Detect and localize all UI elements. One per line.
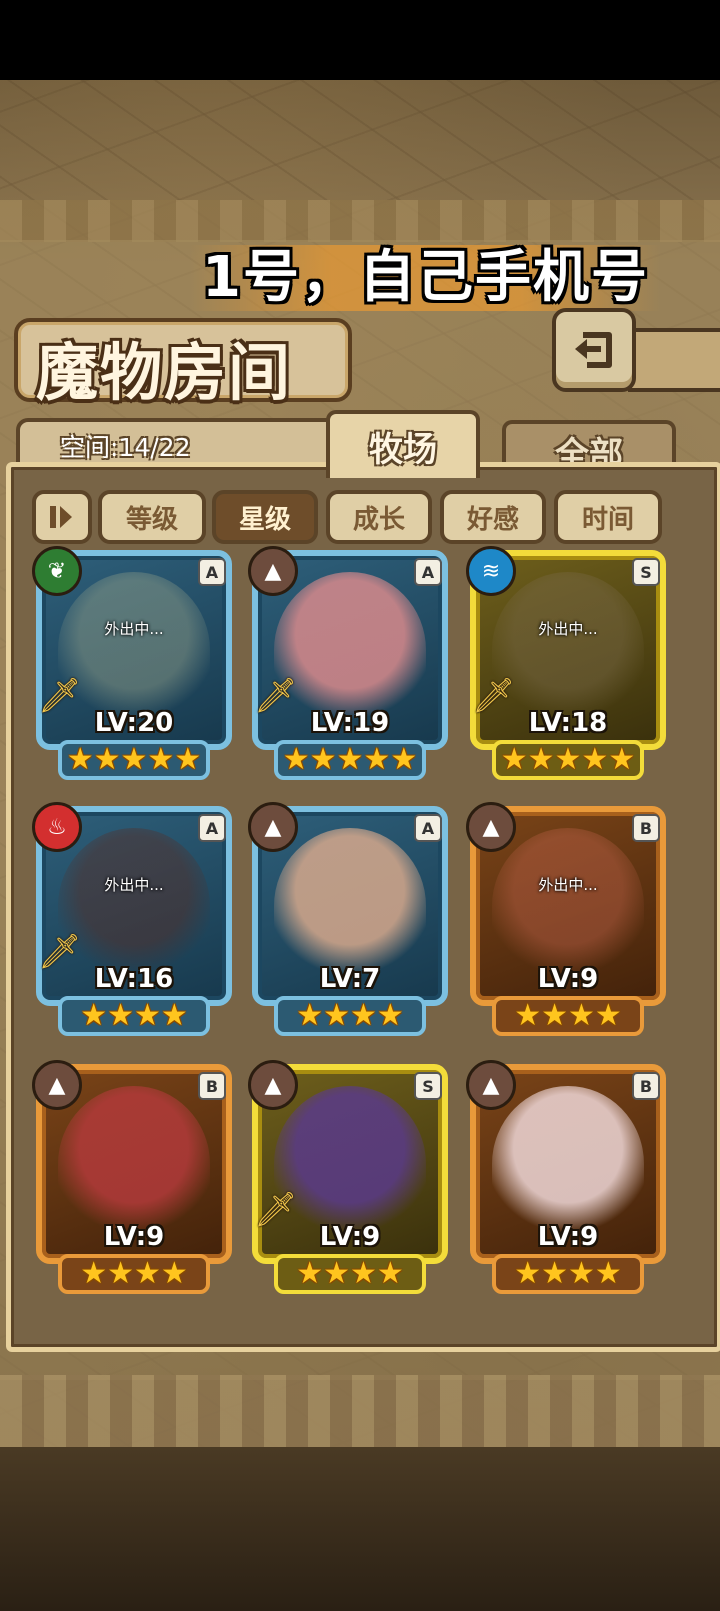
earth-element-icon: ▲ — [466, 802, 516, 852]
monster-card[interactable]: 外出中... ≋ S 🗡 LV:18 ★★★★★ — [466, 546, 666, 782]
monster-level: LV:7 — [319, 964, 381, 994]
rank-badge: A — [198, 814, 226, 842]
monster-level: LV:16 — [94, 964, 174, 994]
monster-portrait — [58, 1086, 210, 1242]
decorative-band-bottom — [0, 1375, 720, 1447]
rank-badge: B — [198, 1072, 226, 1100]
away-status: 外出中... — [538, 620, 598, 638]
monster-portrait — [492, 1086, 644, 1242]
star-rating: ★★★★★ — [492, 740, 644, 780]
filter-star[interactable]: 星级 — [212, 490, 318, 544]
monster-card[interactable]: 外出中... ▲ B LV:9 ★★★★ — [466, 802, 666, 1038]
monster-level: LV:20 — [94, 708, 174, 738]
monster-card[interactable]: ▲ S 🗡 LV:9 ★★★★ — [248, 1060, 448, 1296]
filter-level[interactable]: 等级 — [98, 490, 206, 544]
monster-card[interactable]: ▲ B LV:9 ★★★★ — [32, 1060, 232, 1296]
fire-element-icon: ♨ — [32, 802, 82, 852]
monster-portrait — [492, 828, 644, 984]
earth-element-icon: ▲ — [248, 546, 298, 596]
status-bar — [0, 0, 720, 80]
filter-growth[interactable]: 成长 — [326, 490, 432, 544]
sort-order-button[interactable] — [32, 490, 92, 544]
monster-portrait — [274, 828, 426, 984]
away-status: 外出中... — [104, 620, 164, 638]
sort-order-icon — [50, 506, 72, 528]
earth-element-icon: ▲ — [248, 802, 298, 852]
overlay-annotation: 1号，自己手机号 — [190, 245, 661, 311]
rank-badge: S — [632, 558, 660, 586]
monster-card[interactable]: ▲ A LV:7 ★★★★ — [248, 802, 448, 1038]
star-rating: ★★★★ — [58, 996, 210, 1036]
tab-farm[interactable]: 牧场 — [326, 410, 480, 478]
back-button-rail — [628, 328, 720, 392]
water-element-icon: ≋ — [466, 546, 516, 596]
monster-card[interactable]: ▲ B LV:9 ★★★★ — [466, 1060, 666, 1296]
monster-card[interactable]: 外出中... ♨ A 🗡 LV:16 ★★★★ — [32, 802, 232, 1038]
monster-card[interactable]: 外出中... ❦ A 🗡 LV:20 ★★★★★ — [32, 546, 232, 782]
space-capacity: 空间:14/22 — [60, 433, 191, 462]
monster-level: LV:9 — [319, 1222, 381, 1252]
rank-badge: B — [632, 814, 660, 842]
back-arrow-icon — [575, 332, 612, 368]
star-rating: ★★★★ — [492, 1254, 644, 1294]
star-rating: ★★★★ — [492, 996, 644, 1036]
earth-element-icon: ▲ — [32, 1060, 82, 1110]
monster-level: LV:18 — [528, 708, 608, 738]
filter-time[interactable]: 时间 — [554, 490, 662, 544]
leaf-element-icon: ❦ — [32, 546, 82, 596]
monster-level: LV:9 — [537, 1222, 599, 1252]
page-title: 魔物房间 — [36, 336, 293, 409]
back-button[interactable] — [552, 308, 636, 392]
away-status: 外出中... — [538, 876, 598, 894]
rank-badge: A — [414, 558, 442, 586]
filter-affection[interactable]: 好感 — [440, 490, 546, 544]
star-rating: ★★★★★ — [58, 740, 210, 780]
star-rating: ★★★★ — [58, 1254, 210, 1294]
away-status: 外出中... — [104, 876, 164, 894]
monster-level: LV:9 — [103, 1222, 165, 1252]
monster-card[interactable]: ▲ A 🗡 LV:19 ★★★★★ — [248, 546, 448, 782]
star-rating: ★★★★ — [274, 996, 426, 1036]
rank-badge: S — [414, 1072, 442, 1100]
decorative-band-top — [0, 200, 720, 242]
earth-element-icon: ▲ — [466, 1060, 516, 1110]
bottom-strip — [0, 1447, 720, 1611]
star-rating: ★★★★★ — [274, 740, 426, 780]
rank-badge: A — [198, 558, 226, 586]
star-rating: ★★★★ — [274, 1254, 426, 1294]
earth-element-icon: ▲ — [248, 1060, 298, 1110]
rank-badge: B — [632, 1072, 660, 1100]
monster-level: LV:9 — [537, 964, 599, 994]
monster-level: LV:19 — [310, 708, 390, 738]
rank-badge: A — [414, 814, 442, 842]
